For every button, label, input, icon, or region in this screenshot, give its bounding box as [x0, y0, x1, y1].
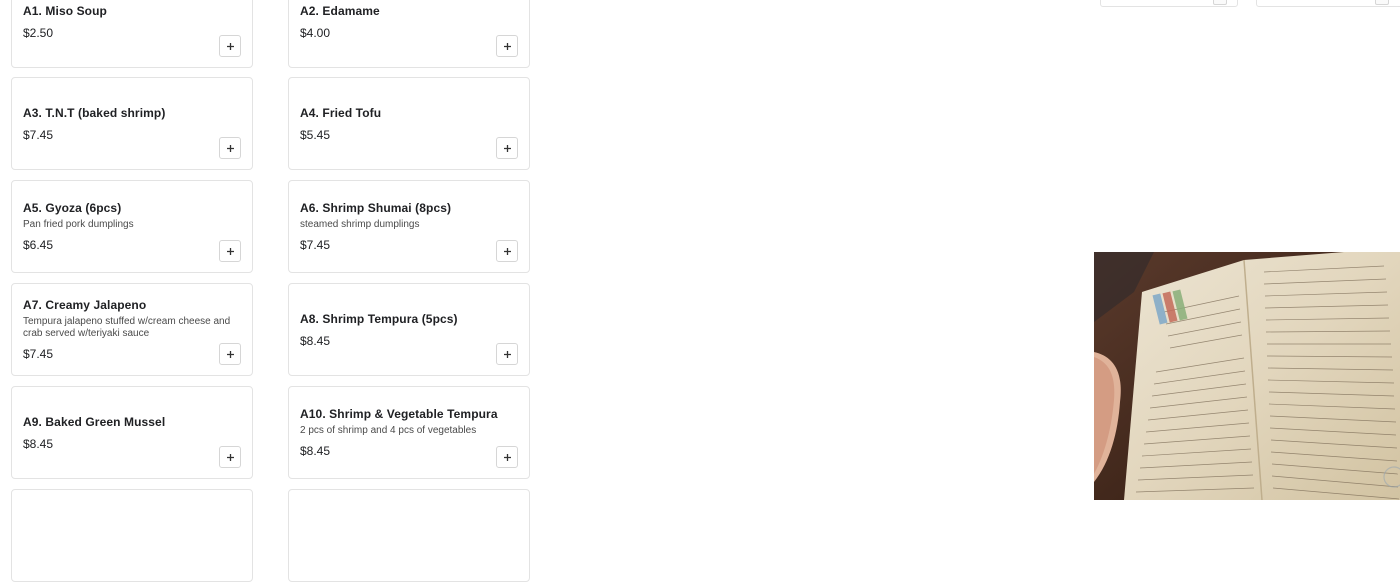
item-price: $6.45 [23, 238, 54, 252]
plus-icon [503, 453, 511, 461]
plus-icon [503, 247, 511, 255]
item-name: A3. T.N.T (baked shrimp) [23, 105, 166, 120]
menu-item-card[interactable] [11, 489, 253, 582]
item-description: Pan fried pork dumplings [23, 219, 134, 230]
add-item-button[interactable] [219, 137, 241, 159]
item-name: A4. Fried Tofu [300, 105, 382, 120]
item-name: A1. Miso Soup [23, 3, 107, 18]
add-item-button[interactable] [219, 446, 241, 468]
plus-icon [226, 247, 234, 255]
item-price: $7.45 [23, 127, 54, 142]
plus-icon [226, 42, 234, 50]
item-name: A6. Shrimp Shumai (8pcs) [300, 201, 452, 215]
add-item-button[interactable] [496, 35, 518, 57]
item-name: A9. Baked Green Mussel [23, 414, 166, 429]
item-price: $2.50 [23, 25, 54, 40]
item-price: $4.00 [300, 25, 331, 40]
add-item-button[interactable] [219, 35, 241, 57]
item-price: $8.45 [300, 333, 331, 348]
add-item-button[interactable] [496, 240, 518, 262]
plus-icon [226, 453, 234, 461]
menu-item-card[interactable]: A10. Shrimp & Vegetable Tempura 2 pcs of… [288, 386, 530, 479]
menu-item-card[interactable] [288, 489, 530, 582]
menu-item-card[interactable]: A8. Shrimp Tempura (5pcs) $8.45 [288, 283, 530, 376]
menu-item-card[interactable]: A2. Edamame $4.00 [288, 0, 530, 68]
item-name: A5. Gyoza (6pcs) [23, 201, 122, 215]
menu-item-card[interactable]: A6. Shrimp Shumai (8pcs) steamed shrimp … [288, 180, 530, 273]
plus-icon [503, 350, 511, 358]
add-item-button[interactable] [219, 343, 241, 365]
item-price: $8.45 [23, 436, 54, 451]
add-item-button[interactable] [219, 240, 241, 262]
menu-item-card[interactable]: A9. Baked Green Mussel $8.45 [11, 386, 253, 479]
menu-item-card[interactable]: A7. Creamy Jalapeno Tempura jalapeno stu… [11, 283, 253, 376]
menu-photo [1094, 252, 1400, 500]
item-name: A7. Creamy Jalapeno [23, 298, 147, 312]
item-description: Tempura jalapeno stuffed w/cream cheese … [23, 316, 231, 339]
add-item-button[interactable] [496, 343, 518, 365]
add-item-button[interactable] [496, 446, 518, 468]
dropdown-icon [1375, 0, 1389, 5]
plus-icon [503, 144, 511, 152]
item-price: $7.45 [300, 238, 331, 252]
add-item-button[interactable] [496, 137, 518, 159]
sort-control[interactable] [1256, 0, 1400, 7]
plus-icon [226, 350, 234, 358]
item-name: A8. Shrimp Tempura (5pcs) [300, 311, 458, 326]
item-description: 2 pcs of shrimp and 4 pcs of vegetables [300, 425, 477, 436]
menu-item-card[interactable]: A3. T.N.T (baked shrimp) $7.45 [11, 77, 253, 170]
item-price: $8.45 [300, 444, 331, 458]
plus-icon [226, 144, 234, 152]
dropdown-icon [1213, 0, 1227, 5]
item-description: steamed shrimp dumplings [300, 219, 420, 230]
menu-item-card[interactable]: A5. Gyoza (6pcs) Pan fried pork dumpling… [11, 180, 253, 273]
item-name: A2. Edamame [300, 3, 380, 18]
menu-item-card[interactable]: A1. Miso Soup $2.50 [11, 0, 253, 68]
paper-menu-image [1094, 252, 1400, 500]
item-price: $7.45 [23, 347, 54, 361]
item-price: $5.45 [300, 127, 331, 142]
menu-item-card[interactable]: A4. Fried Tofu $5.45 [288, 77, 530, 170]
filter-control[interactable] [1100, 0, 1238, 7]
item-name: A10. Shrimp & Vegetable Tempura [300, 407, 498, 421]
plus-icon [503, 42, 511, 50]
